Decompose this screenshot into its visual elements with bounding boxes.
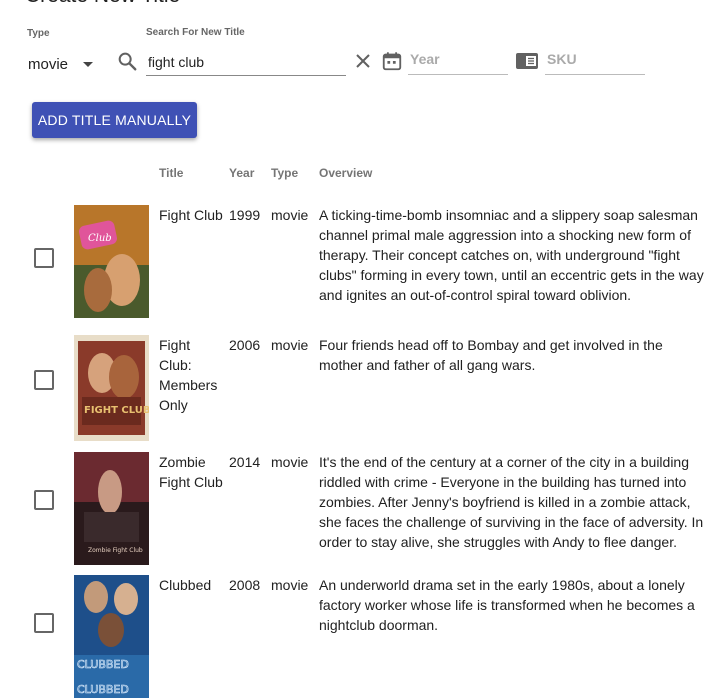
sku-input[interactable] xyxy=(545,44,645,75)
row-title: Fight Club: Members Only xyxy=(159,337,218,413)
search-input[interactable] xyxy=(146,48,346,76)
column-header-year: Year xyxy=(229,166,255,180)
row-year: 1999 xyxy=(229,207,261,223)
row-year: 2014 xyxy=(229,454,261,470)
column-header-type: Type xyxy=(271,166,299,180)
row-title: Zombie Fight Club xyxy=(159,454,223,490)
add-title-manually-button[interactable]: ADD TITLE MANUALLY xyxy=(32,102,197,138)
caret-down-icon xyxy=(83,62,93,67)
row-type: movie xyxy=(271,337,309,353)
type-select[interactable]: movie xyxy=(28,52,100,76)
row-title: Fight Club xyxy=(159,207,223,223)
row-checkbox[interactable] xyxy=(34,370,54,390)
search-label: Search For New Title xyxy=(146,27,245,38)
row-type: movie xyxy=(271,577,309,593)
row-overview: It's the end of the century at a corner … xyxy=(319,454,704,550)
poster-logo-text: Zombie Fight Club xyxy=(88,547,143,554)
type-value: movie xyxy=(28,56,69,73)
column-header-title: Title xyxy=(159,166,184,180)
close-icon[interactable] xyxy=(354,52,372,70)
row-type: movie xyxy=(271,207,309,223)
row-year: 2006 xyxy=(229,337,261,353)
calendar-icon xyxy=(382,52,402,71)
row-year: 2008 xyxy=(229,577,261,593)
fight-club-poster-icon: Club xyxy=(74,205,149,318)
page-title: Create New Title xyxy=(25,0,180,8)
row-overview: An underworld drama set in the early 198… xyxy=(319,577,695,633)
poster-logo-text: CLUBBED xyxy=(77,658,129,671)
row-overview: Four friends head off to Bombay and get … xyxy=(319,337,663,373)
poster-logo-text: FIGHT CLUB xyxy=(84,405,149,416)
poster-logo-text-repeat: CLUBBED xyxy=(77,683,129,696)
row-title: Clubbed xyxy=(159,577,212,593)
year-input[interactable] xyxy=(408,44,508,75)
row-overview: A ticking-time-bomb insomniac and a slip… xyxy=(319,207,704,303)
poster-logo-text: Club xyxy=(88,233,112,244)
row-checkbox[interactable] xyxy=(34,613,54,633)
type-label: Type xyxy=(27,28,50,39)
clubbed-poster-icon: CLUBBED CLUBBED xyxy=(74,575,149,698)
column-header-overview: Overview xyxy=(319,166,373,180)
row-checkbox[interactable] xyxy=(34,490,54,510)
row-checkbox[interactable] xyxy=(34,248,54,268)
row-type: movie xyxy=(271,454,309,470)
search-icon xyxy=(118,52,137,71)
fight-club-members-only-poster-icon: FIGHT CLUB xyxy=(74,335,149,441)
sku-icon xyxy=(516,53,538,69)
zombie-fight-club-poster-icon: Zombie Fight Club xyxy=(74,452,149,565)
